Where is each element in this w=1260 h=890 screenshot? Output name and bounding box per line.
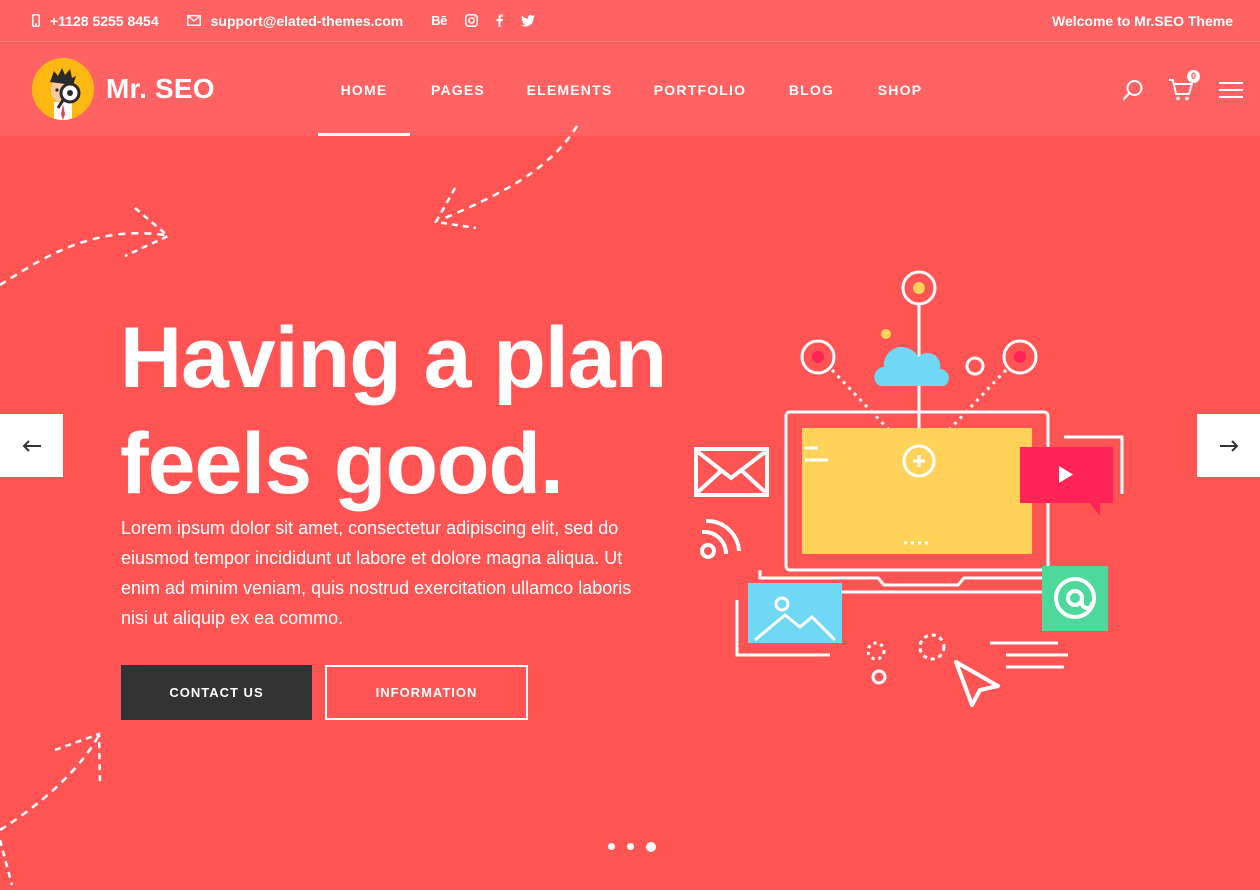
contact-us-button[interactable]: Contact Us	[121, 665, 312, 720]
dashed-arrow-decoration	[0, 125, 579, 287]
behance-icon[interactable]: Bē	[431, 13, 447, 28]
mr-seo-mascot-icon	[32, 58, 94, 120]
slider-dot-active[interactable]	[646, 842, 656, 852]
at-sign-icon	[1042, 566, 1108, 631]
cloud-icon	[874, 347, 949, 386]
phone-icon	[32, 14, 40, 27]
cart-count-badge: 0	[1187, 69, 1200, 83]
welcome-text: Welcome to Mr.SEO Theme	[1051, 12, 1233, 29]
search-icon[interactable]	[1122, 79, 1144, 101]
header-actions: 0	[1098, 43, 1244, 136]
cart-icon[interactable]: 0	[1168, 69, 1200, 102]
facebook-icon[interactable]	[496, 14, 503, 27]
slider-next-button[interactable]	[1197, 414, 1260, 477]
hamburger-menu-icon[interactable]	[1218, 81, 1244, 99]
nav-portfolio[interactable]: Portfolio	[633, 43, 767, 136]
email-address[interactable]: support@elated-themes.com	[211, 13, 404, 29]
hero-illustration	[694, 270, 1124, 707]
information-button[interactable]: Information	[325, 665, 528, 720]
network-node-icon	[1002, 339, 1038, 375]
nav-shop[interactable]: Shop	[856, 43, 944, 136]
cursor-icon	[954, 660, 1000, 707]
play-video-icon	[1020, 447, 1113, 516]
slider-prev-button[interactable]	[0, 414, 63, 477]
dashed-arrow-decoration	[0, 732, 102, 886]
hero-title-line2: feels good.	[120, 416, 564, 512]
hero-title-line1: Having a plan	[120, 310, 667, 406]
envelope-icon	[694, 447, 769, 497]
network-node-icon	[901, 270, 937, 306]
email-contact[interactable]: support@elated-themes.com	[186, 13, 404, 29]
image-icon	[748, 583, 842, 643]
rss-icon	[700, 518, 741, 559]
phone-number[interactable]: +1128 5255 8454	[50, 13, 159, 29]
phone-contact[interactable]: +1128 5255 8454	[32, 13, 159, 29]
top-bar: +1128 5255 8454 support@elated-themes.co…	[0, 0, 1260, 42]
arrow-left-icon	[22, 439, 41, 452]
slider-pagination	[608, 842, 668, 852]
twitter-icon[interactable]	[520, 14, 535, 27]
slider-dot[interactable]	[608, 843, 615, 850]
nav-blog[interactable]: Blog	[767, 43, 856, 136]
network-node-icon	[800, 339, 836, 375]
envelope-icon	[186, 15, 201, 26]
arrow-right-icon	[1219, 439, 1238, 452]
slider-dot[interactable]	[627, 843, 634, 850]
site-logo[interactable]: Mr. SEO	[32, 58, 215, 120]
logo-text: Mr. SEO	[106, 73, 215, 104]
hero-description: Lorem ipsum dolor sit amet, consectetur …	[121, 518, 632, 628]
social-links: Bē	[431, 13, 553, 28]
hero-title: Having a plan feels good.	[120, 305, 667, 517]
instagram-icon[interactable]	[464, 14, 478, 27]
